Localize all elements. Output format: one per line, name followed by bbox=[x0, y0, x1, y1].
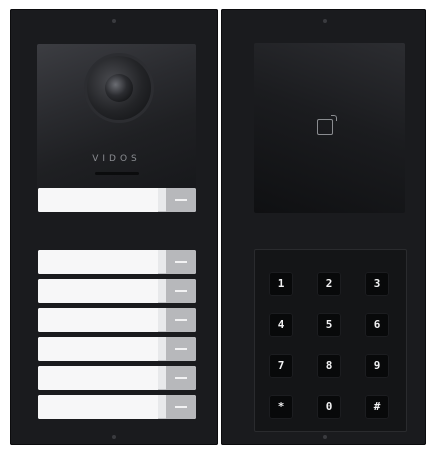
name-label bbox=[38, 395, 158, 419]
name-label bbox=[38, 188, 158, 212]
screw-icon bbox=[323, 435, 327, 439]
screw-icon bbox=[112, 19, 116, 23]
name-label bbox=[38, 366, 158, 390]
call-button[interactable] bbox=[166, 337, 196, 361]
call-button-icon bbox=[175, 348, 187, 350]
name-label bbox=[38, 250, 158, 274]
call-button[interactable] bbox=[166, 395, 196, 419]
name-plate[interactable] bbox=[38, 308, 196, 332]
key-2[interactable]: 2 bbox=[317, 272, 341, 296]
name-plate[interactable] bbox=[38, 395, 196, 419]
call-button[interactable] bbox=[166, 366, 196, 390]
key-5[interactable]: 5 bbox=[317, 313, 341, 337]
name-label bbox=[38, 337, 158, 361]
call-button-icon bbox=[175, 377, 187, 379]
rfid-reader[interactable] bbox=[254, 43, 405, 213]
key-6[interactable]: 6 bbox=[365, 313, 389, 337]
name-plate[interactable] bbox=[38, 337, 196, 361]
call-button-icon bbox=[175, 319, 187, 321]
name-plate[interactable] bbox=[38, 250, 196, 274]
camera-lens-icon bbox=[87, 56, 151, 120]
name-plate[interactable] bbox=[38, 188, 196, 212]
name-plate[interactable] bbox=[38, 279, 196, 303]
key-4[interactable]: 4 bbox=[269, 313, 293, 337]
name-label bbox=[38, 279, 158, 303]
keypad: 1 2 3 4 5 6 7 8 9 * 0 # bbox=[254, 249, 407, 432]
call-button-icon bbox=[175, 261, 187, 263]
left-panel: VIDOS bbox=[10, 9, 218, 445]
name-plate[interactable] bbox=[38, 366, 196, 390]
call-button-icon bbox=[175, 290, 187, 292]
rfid-card-icon bbox=[317, 115, 337, 135]
key-8[interactable]: 8 bbox=[317, 354, 341, 378]
camera-module: VIDOS bbox=[37, 44, 196, 199]
key-3[interactable]: 3 bbox=[365, 272, 389, 296]
brand-logo: VIDOS bbox=[92, 154, 141, 164]
right-panel: 1 2 3 4 5 6 7 8 9 * 0 # bbox=[221, 9, 426, 445]
call-button[interactable] bbox=[166, 279, 196, 303]
key-hash[interactable]: # bbox=[365, 395, 389, 419]
screw-icon bbox=[112, 435, 116, 439]
camera-lens-inner bbox=[105, 74, 133, 102]
key-9[interactable]: 9 bbox=[365, 354, 389, 378]
key-7[interactable]: 7 bbox=[269, 354, 293, 378]
key-star[interactable]: * bbox=[269, 395, 293, 419]
call-button[interactable] bbox=[166, 250, 196, 274]
name-label bbox=[38, 308, 158, 332]
microphone-slit bbox=[95, 172, 139, 175]
screw-icon bbox=[323, 19, 327, 23]
key-0[interactable]: 0 bbox=[317, 395, 341, 419]
call-button-icon bbox=[175, 406, 187, 408]
call-button-icon bbox=[175, 199, 187, 201]
call-button[interactable] bbox=[166, 188, 196, 212]
call-button[interactable] bbox=[166, 308, 196, 332]
key-1[interactable]: 1 bbox=[269, 272, 293, 296]
